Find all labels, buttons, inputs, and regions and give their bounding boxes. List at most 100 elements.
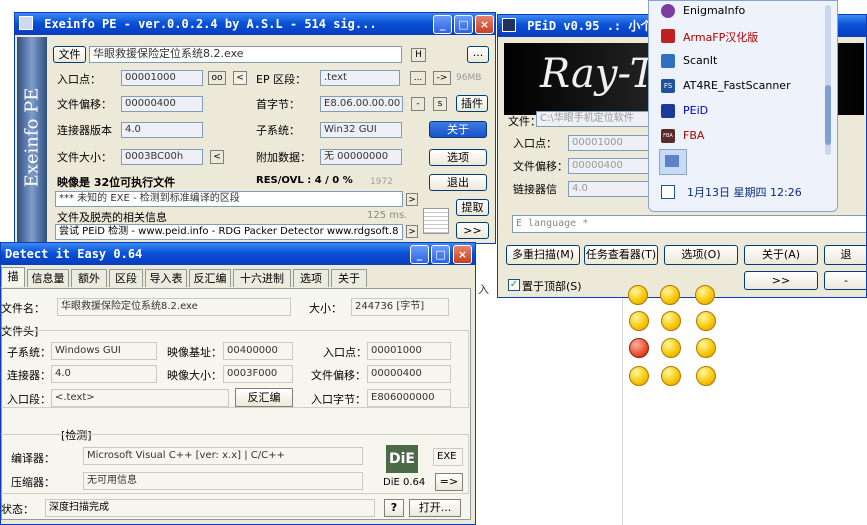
die-tab[interactable]: 十六进制 [233,269,291,287]
peid-next-button[interactable]: >> [744,271,818,290]
menu-item[interactable]: EnigmaInfo [661,1,821,23]
filesize-label: 文件大小： [57,151,112,164]
die-open-button[interactable]: 打开... [409,499,461,517]
peid-offset-field[interactable]: 00000400 [568,158,652,174]
die-tab[interactable]: 反汇编 [189,269,231,287]
emoji-icon[interactable] [628,285,648,305]
filesize-field[interactable]: 0003BC00h [121,149,203,165]
multi-scan-button[interactable]: 多重扫描(M) [506,245,580,265]
linker-field[interactable]: 4.0 [121,122,203,138]
die-tab[interactable]: 额外 [71,269,107,287]
die-imagesize-field[interactable]: 0003F000 [223,365,293,383]
plugin-button[interactable]: 插件 [456,95,488,112]
offset-field[interactable]: 00000400 [121,96,203,112]
minimize-button[interactable]: _ [433,15,452,34]
menu-scrollbar[interactable] [825,5,831,155]
peid-options-button[interactable]: 选项(O) [664,245,738,265]
first-s-button[interactable]: s [433,97,447,111]
die-tab[interactable]: 导入表 [145,269,187,287]
emoji-icon[interactable] [696,311,716,331]
ep-more-button[interactable]: ... [410,71,426,85]
emoji-icon[interactable] [696,338,716,358]
notepad-icon[interactable] [423,208,449,234]
die-linker-field[interactable]: 4.0 [51,365,157,383]
peid-exit-button[interactable]: 退 [824,245,866,265]
first-minus-button[interactable]: - [411,97,425,111]
die-tab[interactable]: 信息量 [27,269,69,287]
menu-item[interactable]: PEiD [661,101,821,123]
options-button[interactable]: 选项 [429,149,487,166]
entry-label: 入口点： [57,73,101,86]
menu-selected-icon[interactable] [659,149,687,175]
emoji-icon[interactable] [629,311,649,331]
peid-linker-field[interactable]: 4.0 [568,181,652,197]
subsystem-field[interactable]: Win32 GUI [320,122,402,138]
file-button[interactable]: 文件 [53,46,86,63]
menu-item[interactable]: FBA FBA [661,126,821,148]
peid-dash-button[interactable]: - [824,271,866,290]
maximize-button[interactable]: □ [454,15,473,34]
next-button[interactable]: >> [456,222,489,239]
die-subsystem-field[interactable]: Windows GUI [51,342,157,360]
ep-section-field[interactable]: .text [320,70,400,86]
entry-field[interactable]: 00001000 [121,70,203,86]
die-size-field[interactable]: 244736 [字节] [351,298,449,316]
die-offset-field[interactable]: 00000400 [367,365,451,383]
menu-item[interactable]: ArmaFP汉化版 [661,26,821,48]
die-disasm-button[interactable]: 反汇编 [235,388,293,407]
die-maximize-button[interactable]: □ [431,245,450,264]
peid-about-button[interactable]: 关于(A) [744,245,818,265]
ontop-checkbox[interactable]: ✓ [508,279,520,291]
h-button[interactable]: H [411,48,426,62]
entry-prev-button[interactable]: < [233,71,247,85]
emoji-icon[interactable] [661,311,681,331]
die-tab[interactable]: 区段 [109,269,143,287]
die-section-field[interactable]: <.text> [51,389,229,407]
die-entry-field[interactable]: 00001000 [367,342,451,360]
peid-title: PEiD v0.95 .: 小个 [527,19,653,33]
ontop-label[interactable]: 置于顶部(S) [522,278,582,294]
die-compiler-field[interactable]: Microsoft Visual C++ [ver: x.x] | C/C++ [83,447,363,465]
emoji-icon[interactable] [629,366,649,386]
die-imagebase-field[interactable]: 00400000 [223,342,293,360]
die-tab[interactable]: 选项 [293,269,329,287]
die-tab[interactable]: 关于 [331,269,367,287]
emoji-icon[interactable] [629,338,649,358]
die-packer-field[interactable]: 无可用信息 [83,472,363,490]
menu-item[interactable]: ScanIt [661,51,821,73]
menu-item[interactable]: FS AT4RE_FastScanner [661,76,821,98]
result-line: 映像是 32位可执行文件 [57,176,176,189]
die-titlebar[interactable]: Detect it Easy 0.64 [1,243,475,265]
task-viewer-button[interactable]: 任务查看器(T) [584,245,658,265]
filename-field[interactable]: 华眼救援保险定位系统8.2.exe [89,46,402,63]
emoji-icon[interactable] [696,366,716,386]
browse-button[interactable]: ... [467,46,489,63]
die-tab[interactable]: 描 [1,267,25,287]
first-bytes-field[interactable]: E8.06.00.00.00 [320,96,403,112]
about-button[interactable]: 关于 [429,121,487,138]
die-file-field[interactable]: 华眼救援保险定位系统8.2.exe [57,298,291,316]
die-minimize-button[interactable]: _ [410,245,429,264]
peid-entry-field[interactable]: 00001000 [568,135,652,151]
emoji-icon[interactable] [695,285,715,305]
close-button[interactable]: × [475,15,494,34]
exeinfo-titlebar[interactable]: Exeinfo PE - ver.0.0.2.4 by A.S.L - 514 … [15,13,495,35]
extract-button[interactable]: 提取 [456,199,489,216]
peid-icon [661,104,675,118]
ep-go-button[interactable]: -> [433,71,451,85]
die-arrow-button[interactable]: => [435,473,463,491]
try-more-button[interactable]: > [406,225,418,238]
exit-button[interactable]: 退出 [429,174,487,191]
filesize-button[interactable]: < [210,150,224,164]
emoji-icon[interactable] [661,366,681,386]
oo-button[interactable]: oo [208,71,226,85]
detect-more-button[interactable]: > [406,193,418,206]
die-linker-label: 连接器： [7,369,51,382]
die-entrybytes-field[interactable]: E806000000 [367,389,451,407]
emoji-icon[interactable] [661,338,681,358]
die-close-button[interactable]: × [453,245,472,264]
peid-file-field[interactable]: C:\华眼手机定位软件 [536,111,656,127]
die-help-button[interactable]: ? [384,499,404,517]
overlay-field[interactable]: 无 00000000 [320,149,402,165]
emoji-icon[interactable] [660,285,680,305]
